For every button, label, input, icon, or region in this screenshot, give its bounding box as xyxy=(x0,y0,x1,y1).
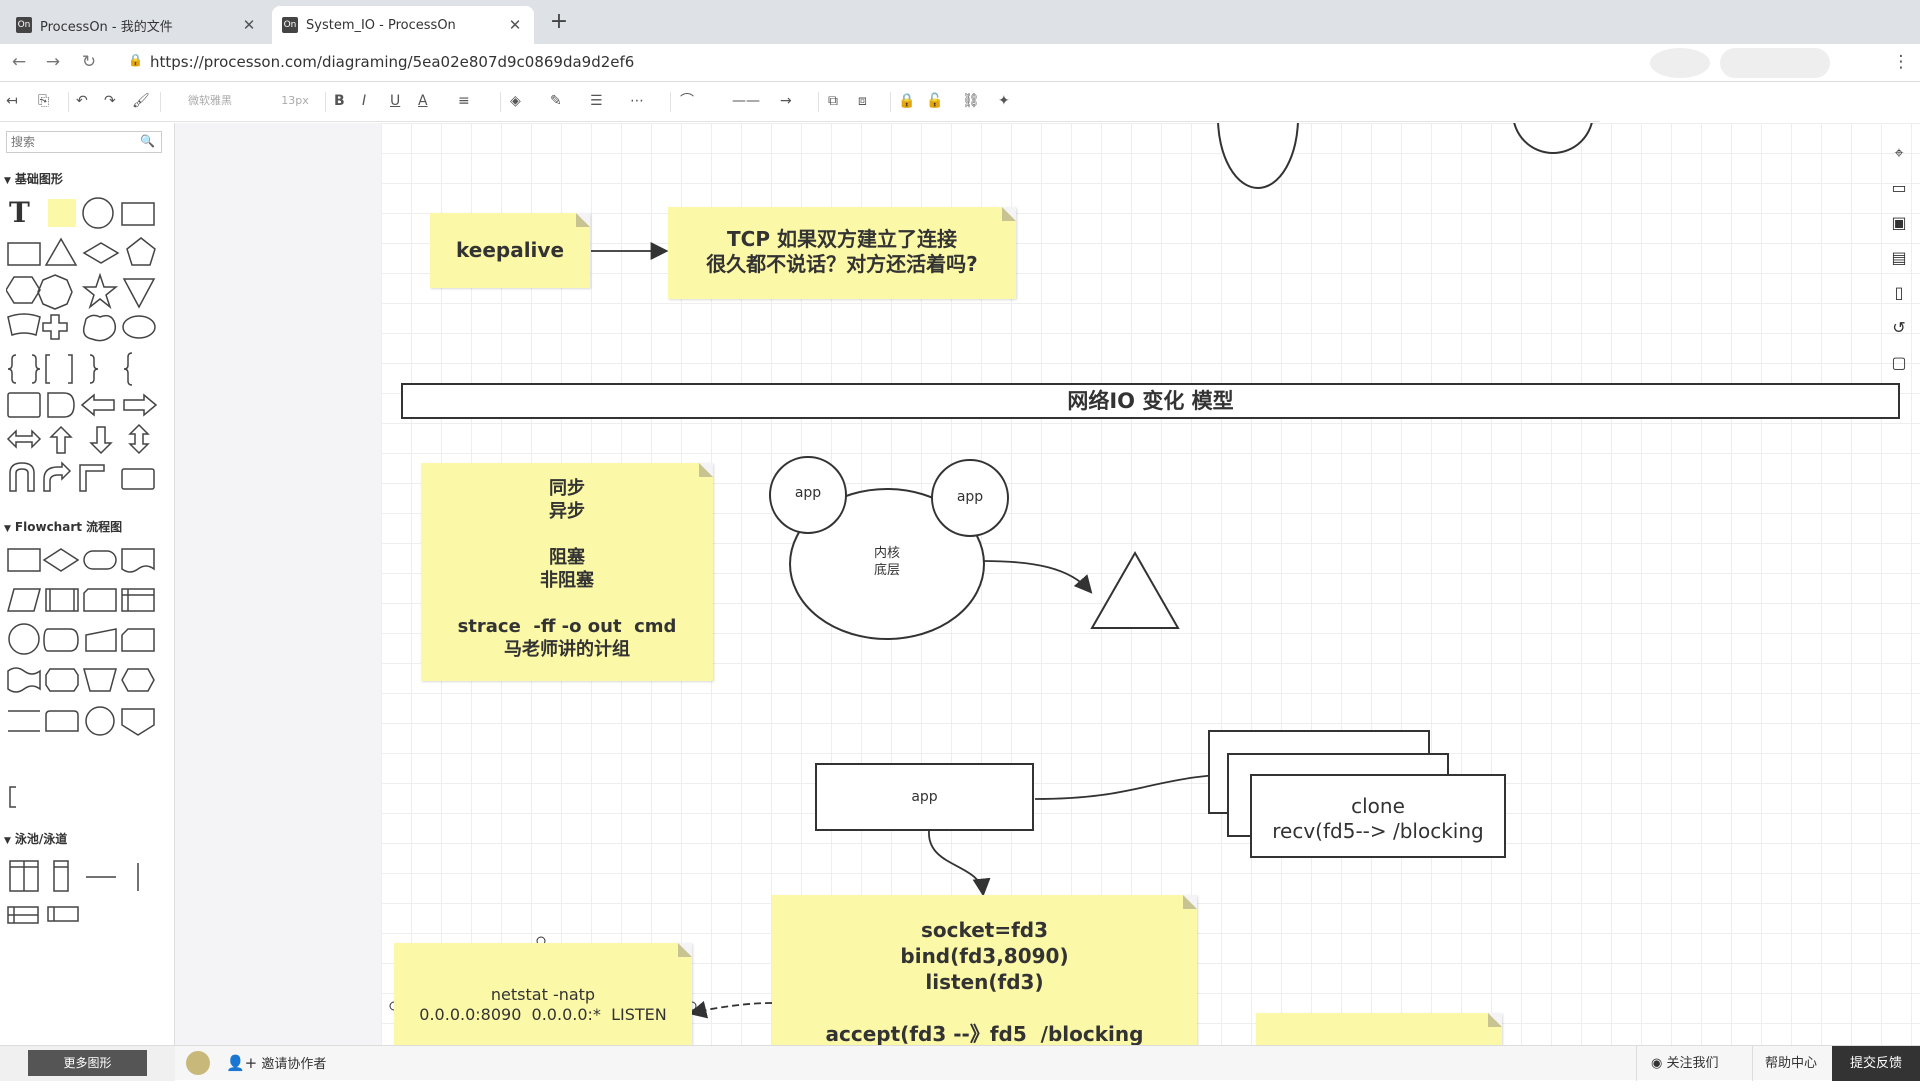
blurred-extension-icon[interactable] xyxy=(1650,48,1710,78)
send-back-icon[interactable]: ⧈ xyxy=(858,90,867,112)
lock-icon[interactable]: 🔒 xyxy=(128,53,143,67)
pool-shapes-grid[interactable] xyxy=(6,857,166,927)
editor-toolbar: ↤ ⎘ ↶ ↷ 🖌 微软雅黑 13px B I U A ≡ ◈ ✎ ☰ ⋯ ⌒ … xyxy=(0,82,1600,122)
connector-style-icon[interactable]: ⌒ xyxy=(680,90,694,112)
top-circle-shape[interactable] xyxy=(1513,123,1593,154)
bracket-shape[interactable] xyxy=(6,783,26,813)
forward-icon[interactable]: → xyxy=(42,52,64,72)
comment-icon[interactable]: ▢ xyxy=(1888,353,1910,375)
avatar[interactable] xyxy=(186,1046,210,1081)
more-shapes-button[interactable]: 更多图形 xyxy=(0,1046,175,1081)
line-width-icon[interactable]: ☰ xyxy=(590,90,603,112)
font-color-icon[interactable]: A xyxy=(418,90,428,112)
browser-tab-processon-files[interactable]: On ProcessOn - 我的文件 ✕ xyxy=(6,6,268,44)
browser-tab-bar: On ProcessOn - 我的文件 ✕ On System_IO - Pro… xyxy=(0,0,1920,44)
page-icon[interactable]: ▯ xyxy=(1888,283,1910,305)
bold-icon[interactable]: B xyxy=(334,90,345,112)
italic-icon[interactable]: I xyxy=(362,90,366,112)
caret-down-icon: ▼ xyxy=(4,176,11,186)
back-icon[interactable]: ↤ xyxy=(6,90,18,112)
keepalive-note[interactable]: keepalive xyxy=(430,213,590,288)
processon-favicon-icon: On xyxy=(16,17,32,33)
line-end-icon[interactable]: → xyxy=(780,90,792,112)
triangle-shape[interactable] xyxy=(1090,550,1180,629)
top-oval-shape[interactable] xyxy=(1217,123,1299,189)
link-icon[interactable]: ⛓ xyxy=(962,90,980,112)
caret-down-icon: ▼ xyxy=(4,524,11,534)
help-center-button[interactable]: 帮助中心 xyxy=(1752,1046,1817,1081)
navigator-icon[interactable]: ⌖ xyxy=(1888,143,1910,165)
reload-icon[interactable]: ↻ xyxy=(78,52,100,72)
clone-recv-box[interactable]: clone recv(fd5--> /blocking xyxy=(1250,774,1506,858)
right-panel-toolbar: ⌖ ▭ ▣ ▤ ▯ ↺ ▢ xyxy=(1880,123,1920,393)
tab-label: ProcessOn - 我的文件 xyxy=(40,19,173,35)
category-basic-shapes[interactable]: ▼ 基础图形 xyxy=(0,169,175,189)
follow-us-button[interactable]: ◉ 关注我们 xyxy=(1636,1046,1719,1081)
kernel-label: 内核 底层 xyxy=(873,546,900,578)
search-icon[interactable]: 🔍 xyxy=(140,134,155,148)
underline-icon[interactable]: U xyxy=(390,90,400,112)
magic-wand-icon[interactable]: ✦ xyxy=(998,90,1010,112)
flowchart-shapes-grid[interactable] xyxy=(6,543,166,743)
format-painter-icon[interactable]: ⎘ xyxy=(38,90,49,112)
add-user-icon: 👤+ xyxy=(226,1054,258,1072)
basic-shapes-grid[interactable]: T xyxy=(6,195,166,495)
lock-shape-icon[interactable]: 🔒 xyxy=(898,90,915,112)
back-icon[interactable]: ← xyxy=(8,52,30,72)
category-flowchart[interactable]: ▼ Flowchart 流程图 xyxy=(0,517,175,537)
netstat-note[interactable]: netstat -natp 0.0.0.0:8090 0.0.0.0:* LIS… xyxy=(394,943,692,1045)
redo-icon[interactable]: ↷ xyxy=(104,90,116,112)
fill-color-icon[interactable]: ◈ xyxy=(510,90,521,112)
caret-down-icon: ▼ xyxy=(4,836,11,846)
page-style-icon[interactable]: ▭ xyxy=(1888,178,1910,200)
history-icon[interactable]: ↺ xyxy=(1888,318,1910,340)
new-tab-button[interactable]: + xyxy=(546,9,572,34)
address-bar: ← → ↻ 🔒 https://processon.com/diagraming… xyxy=(0,44,1920,82)
sync-async-note[interactable]: 同步 异步 阻塞 非阻塞 strace -ff -o out cmd 马老师讲的… xyxy=(421,463,713,681)
font-family-select[interactable]: 微软雅黑 xyxy=(170,90,250,112)
shape-library-sidebar: 🔍 ▼基础图形 T ▼Flowchart 流程 xyxy=(0,123,175,1045)
tcp-question-note[interactable]: TCP 如果双方建立了连接 很久都不说话？对方还活着吗? xyxy=(668,207,1016,299)
partial-note[interactable] xyxy=(1256,1013,1502,1045)
diagram-canvas[interactable]: keepalive TCP 如果双方建立了连接 很久都不说话？对方还活着吗? 网… xyxy=(175,123,1920,1045)
line-start-icon[interactable]: —— xyxy=(726,90,766,112)
brush-icon[interactable]: 🖌 xyxy=(132,90,150,112)
line-style-icon[interactable]: ⋯ xyxy=(630,90,644,112)
layers-icon[interactable]: ▣ xyxy=(1888,213,1910,235)
app-process-box[interactable]: app xyxy=(815,763,1034,831)
pool-lane-title[interactable]: 网络IO 变化 模型 xyxy=(401,383,1900,419)
app-left-label: app xyxy=(794,485,822,501)
line-color-icon[interactable]: ✎ xyxy=(550,90,562,112)
format-icon[interactable]: ▤ xyxy=(1888,248,1910,270)
tab-label: System_IO - ProcessOn xyxy=(306,17,456,33)
shape-search-input[interactable] xyxy=(6,131,162,153)
unlock-shape-icon[interactable]: 🔓 xyxy=(926,90,943,112)
category-pool-lanes[interactable]: ▼ 泳池/泳道 xyxy=(0,829,175,849)
svg-text:T: T xyxy=(9,196,30,229)
invite-collaborator-button[interactable]: 👤+ 邀请协作者 xyxy=(226,1046,326,1081)
status-bar: 更多图形 👤+ 邀请协作者 ◉ 关注我们 帮助中心 提交反馈 xyxy=(0,1045,1920,1081)
url-field[interactable]: https://processon.com/diagraming/5ea02e8… xyxy=(150,53,634,71)
bring-front-icon[interactable]: ⧉ xyxy=(828,90,838,112)
browser-tab-system-io[interactable]: On System_IO - ProcessOn ✕ xyxy=(272,6,534,44)
weibo-icon: ◉ xyxy=(1651,1056,1663,1071)
processon-favicon-icon: On xyxy=(282,17,298,33)
browser-menu-icon[interactable]: ⋮ xyxy=(1890,52,1912,72)
undo-icon[interactable]: ↶ xyxy=(76,90,88,112)
feedback-button[interactable]: 提交反馈 xyxy=(1832,1046,1920,1081)
blurred-extension-icon[interactable] xyxy=(1720,48,1830,78)
font-size-select[interactable]: 13px xyxy=(270,90,320,112)
app-right-label: app xyxy=(956,489,984,505)
close-tab-icon[interactable]: ✕ xyxy=(506,16,524,34)
align-icon[interactable]: ≡ xyxy=(458,90,470,112)
socket-bind-note[interactable]: socket=fd3 bind(fd3,8090) listen(fd3) ac… xyxy=(772,895,1197,1045)
close-tab-icon[interactable]: ✕ xyxy=(240,16,258,34)
